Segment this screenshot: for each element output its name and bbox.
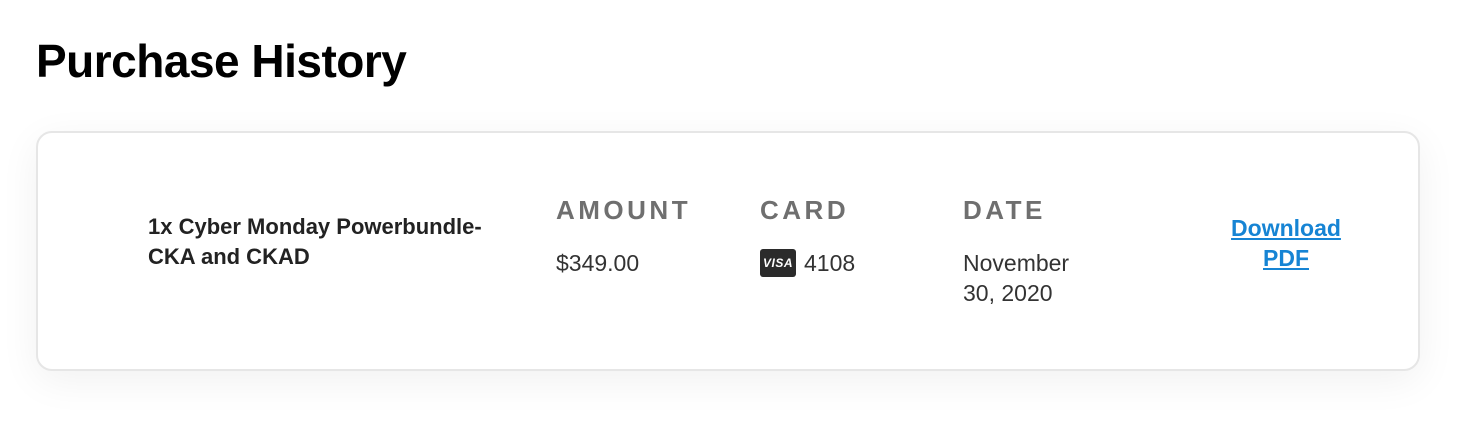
visa-card-icon: VISA xyxy=(760,249,796,277)
card-last4: 4108 xyxy=(804,250,856,276)
purchase-card: 1x Cyber Monday Powerbundle-CKA and CKAD… xyxy=(36,131,1420,371)
amount-value: $349.00 xyxy=(556,250,640,276)
page-title: Purchase History xyxy=(36,35,407,87)
card-header: CARD xyxy=(760,195,850,225)
date-value: November 30, 2020 xyxy=(963,250,1070,306)
amount-header: AMOUNT xyxy=(556,195,692,225)
card-value: VISA 4108 xyxy=(760,248,855,278)
date-header: DATE xyxy=(963,195,1046,225)
download-pdf-link[interactable]: Download PDF xyxy=(1216,213,1356,273)
product-name: 1x Cyber Monday Powerbundle-CKA and CKAD xyxy=(148,214,482,269)
